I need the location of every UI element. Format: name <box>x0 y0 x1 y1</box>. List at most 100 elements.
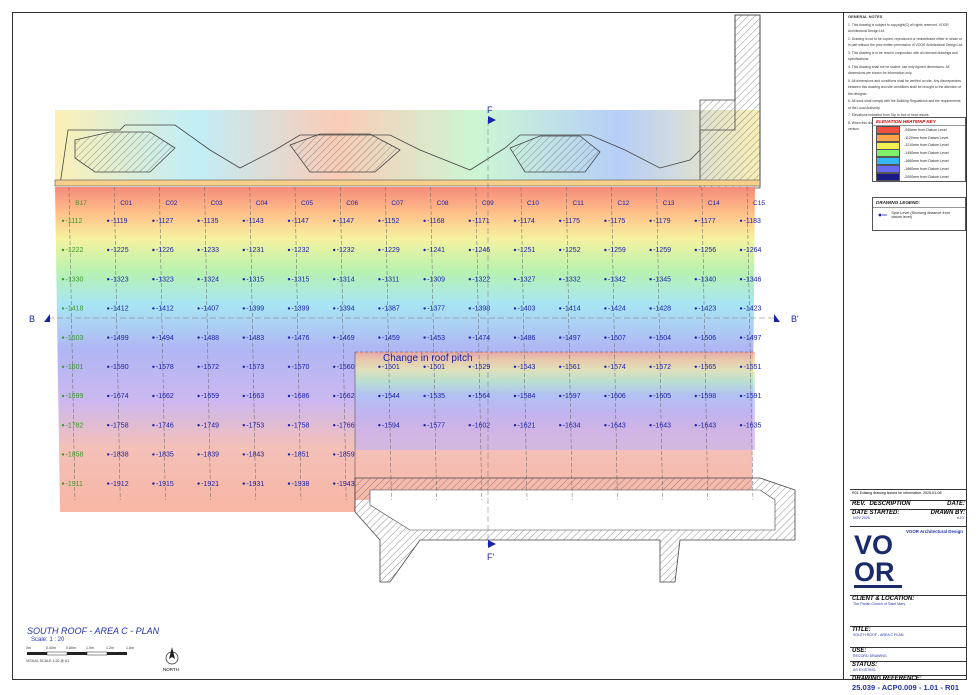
spot-level-value: -1749 <box>201 422 219 429</box>
spot-level-dot <box>604 248 607 252</box>
spot-level-value: -1535 <box>427 393 445 400</box>
spot-level-dot <box>242 394 245 398</box>
spot-level-dot <box>378 336 381 339</box>
spot-level-dot <box>649 365 652 368</box>
spot-level-dot <box>287 278 291 281</box>
spot-level-value: -1601 <box>66 364 84 371</box>
spot-level-value: -1643 <box>698 422 716 429</box>
spot-level-dot <box>197 336 200 339</box>
svg-text:OR: OR <box>854 557 895 587</box>
spot-level-value: -1938 <box>292 481 310 488</box>
spot-level-dot <box>333 278 336 281</box>
spot-level-value: -1674 <box>111 393 129 400</box>
scale-bar-label: 0.40m <box>46 646 56 650</box>
heatmap-swatch <box>876 164 900 173</box>
spot-level-value: -1594 <box>382 422 400 429</box>
spot-level-dot <box>197 219 200 222</box>
title-row: TITLE: SOUTH ROOF - AREA C PLAN <box>850 626 967 647</box>
spot-level-value: -1346 <box>744 276 762 283</box>
spot-level-dot <box>423 219 426 222</box>
column-label: B17 <box>75 200 87 207</box>
spot-level-value: -1412 <box>156 306 174 313</box>
spot-level-value: -1229 <box>382 247 400 254</box>
spot-level-value: -1147 <box>337 218 354 225</box>
spot-level-dot <box>694 278 697 281</box>
spot-level-dot <box>333 424 336 427</box>
spot-level-value: -1912 <box>111 481 129 488</box>
spot-level-value: -1127 <box>156 218 173 225</box>
note-item: 1. This drawing is subject to copyright(… <box>848 22 949 34</box>
spot-level-dot <box>287 219 291 222</box>
column-label: C13 <box>663 200 675 207</box>
column-label: C05 <box>301 200 313 207</box>
scale-bar-label: 1.0m <box>86 646 94 650</box>
spot-level-value: -1943 <box>337 481 355 488</box>
section-b-left-marker <box>44 314 50 322</box>
heatmap-key-label: -1120mm from Datum Level <box>904 135 949 140</box>
spot-level-value: -1486 <box>518 335 536 342</box>
spot-level-dot <box>423 248 426 252</box>
spot-level-value: -1843 <box>246 452 264 459</box>
description-label: DESCRIPTION <box>869 501 911 507</box>
spot-level-value: -1424 <box>608 306 626 313</box>
spot-level-value: -1572 <box>201 364 219 371</box>
spot-level-value: -1915 <box>156 481 174 488</box>
use-value: RECORD DRAWING <box>853 654 887 658</box>
spot-level-value: -1663 <box>246 393 264 400</box>
spot-level-dot <box>513 278 517 281</box>
spot-level-value: -1560 <box>337 364 355 371</box>
spot-level-dot <box>649 336 652 339</box>
spot-level-dot <box>152 248 155 252</box>
spot-level-value: -1699 <box>66 393 84 400</box>
spot-level-dot <box>559 248 562 252</box>
heatmap-key-row: -1120mm from Datum Level <box>873 133 965 142</box>
legend-item-label: Spot Level (Showing distance from datum … <box>891 211 951 219</box>
spot-level-value: -1407 <box>201 306 219 313</box>
spot-level-dot <box>423 394 426 398</box>
spot-level-value: -1340 <box>698 276 716 283</box>
spot-level-value: -1252 <box>563 247 581 254</box>
spot-level-dot <box>513 336 517 339</box>
firm-name: VOOR Architectural Design <box>906 529 963 534</box>
spot-level-dot <box>468 219 471 222</box>
spot-level-value: -1605 <box>653 393 671 400</box>
spot-level-dot <box>197 424 200 427</box>
spot-level-dot <box>378 394 381 398</box>
spot-level-value: -1577 <box>427 422 445 429</box>
spot-level-dot <box>604 336 607 339</box>
spot-level-dot <box>61 307 65 310</box>
spot-level-dot <box>468 424 471 427</box>
voor-logo: VO OR <box>854 530 902 588</box>
heatmap-key-row: -1860mm from Datum Level <box>873 164 965 173</box>
spot-level-value: -1499 <box>111 335 129 342</box>
spot-level-dot <box>287 307 291 310</box>
spot-level-dot <box>694 394 697 398</box>
spot-level-value: -1398 <box>472 306 490 313</box>
spot-level-value: -1459 <box>382 335 400 342</box>
spot-level-value: -1851 <box>292 452 310 459</box>
column-label: C11 <box>572 200 584 207</box>
spot-level-value: -1112 <box>66 218 83 225</box>
note-item: 5. All dimensions and conditions shall b… <box>848 78 962 96</box>
spot-level-value: -1222 <box>66 247 84 254</box>
spot-level-dot <box>61 248 65 252</box>
gutter-line <box>54 179 761 187</box>
spot-level-value: -1597 <box>563 393 581 400</box>
spot-level-dot <box>559 219 562 222</box>
spot-level-value: -1233 <box>201 247 219 254</box>
spot-level-dot <box>378 365 381 368</box>
general-notes: GENERAL NOTES 1. This drawing is subject… <box>848 14 964 134</box>
spot-level-dot <box>152 336 155 339</box>
spot-level-dot <box>513 248 517 252</box>
column-label: C01 <box>120 200 132 207</box>
spot-level-dot <box>513 365 517 368</box>
spot-level-dot <box>513 219 517 222</box>
spot-level-dot <box>152 453 155 456</box>
spot-level-value: -1323 <box>156 276 174 283</box>
heatmap-swatch <box>876 125 900 134</box>
spot-level-value: -1662 <box>156 393 174 400</box>
spot-level-value: -1177 <box>698 218 715 225</box>
heatmap-swatch <box>876 149 900 158</box>
spot-level-dot <box>197 394 200 398</box>
spot-level-dot <box>694 248 697 252</box>
